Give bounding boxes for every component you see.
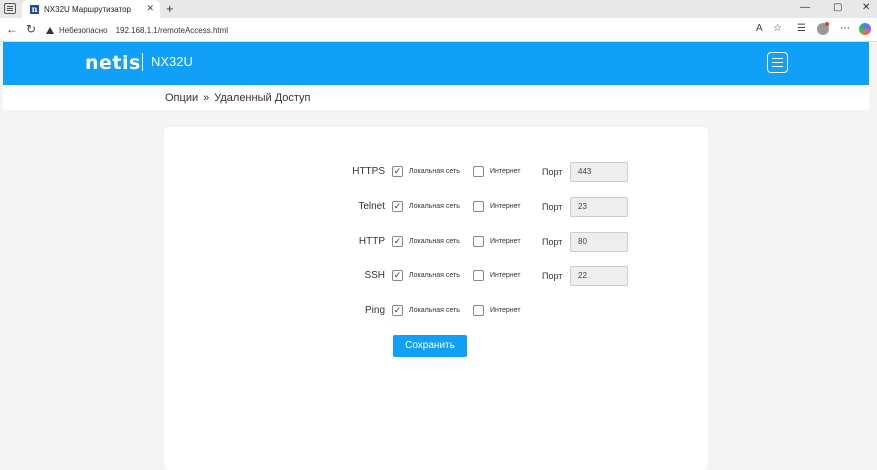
breadcrumb-parent[interactable]: Опции [165, 92, 198, 104]
menu-icon-line [772, 58, 783, 59]
reload-icon[interactable]: ↻ [26, 22, 36, 36]
url-text: 192.168.1.1/remoteAccess.html [115, 25, 229, 35]
port-label: Порт [542, 237, 563, 247]
service-label: Ping [364, 305, 385, 316]
port-label: Порт [542, 167, 563, 177]
menu-icon-line [772, 66, 783, 67]
lan-checkbox[interactable]: ✓ [392, 236, 403, 247]
tab-close-icon[interactable]: ✕ [146, 3, 154, 14]
service-label: Telnet [358, 201, 385, 212]
service-row-https: HTTPS ✓ Локальная сеть Интернет Порт 443 [164, 162, 708, 182]
breadcrumb: Опции » Удаленный Доступ [165, 92, 311, 104]
wan-checkbox[interactable] [473, 166, 484, 177]
wan-label: Интернет [490, 203, 521, 210]
lan-checkbox[interactable]: ✓ [392, 201, 403, 212]
port-input[interactable]: 23 [570, 197, 628, 217]
insecure-label: Небезопасно [59, 25, 108, 35]
wan-checkbox[interactable] [473, 305, 484, 316]
favorites-icon[interactable]: ☰ [797, 23, 806, 34]
router-header: netis NX32U [3, 42, 869, 85]
service-row-http: HTTP ✓ Локальная сеть Интернет Порт 80 [164, 232, 708, 252]
lan-checkbox[interactable]: ✓ [392, 270, 403, 281]
warning-icon [46, 26, 54, 34]
lan-label: Локальная сеть [409, 238, 460, 245]
new-tab-button[interactable]: + [166, 0, 174, 17]
browser-tab-bar: n NX32U Маршрутизатор ✕ + — ▢ ✕ [0, 0, 877, 18]
wan-checkbox[interactable] [473, 270, 484, 281]
browser-tab[interactable]: n NX32U Маршрутизатор ✕ [22, 0, 160, 18]
maximize-icon[interactable]: ▢ [833, 2, 842, 13]
service-row-ping: Ping ✓ Локальная сеть Интернет [164, 301, 708, 321]
port-input[interactable]: 80 [570, 232, 628, 252]
service-row-telnet: Telnet ✓ Локальная сеть Интернет Порт 23 [164, 197, 708, 217]
port-label: Порт [542, 271, 563, 281]
copilot-icon[interactable] [859, 23, 871, 35]
tab-title: NX32U Маршрутизатор [44, 4, 131, 14]
tab-actions-icon[interactable] [4, 3, 16, 14]
breadcrumb-current: Удаленный Доступ [214, 92, 311, 104]
back-icon[interactable]: ← [6, 22, 18, 36]
netis-logo: netis [85, 52, 141, 74]
wan-checkbox[interactable] [473, 236, 484, 247]
wan-label: Интернет [490, 238, 521, 245]
favorite-icon[interactable]: ☆ [773, 23, 782, 34]
window-close-icon[interactable]: ✕ [862, 2, 870, 13]
service-label: SSH [364, 270, 385, 281]
url-field[interactable]: Небезопасно 192.168.1.1/remoteAccess.htm… [46, 21, 756, 39]
lan-label: Локальная сеть [409, 168, 460, 175]
menu-icon-line [772, 62, 783, 63]
logo-divider [142, 53, 143, 71]
menu-button[interactable] [767, 52, 788, 73]
notification-dot [825, 22, 829, 26]
port-input[interactable]: 22 [570, 266, 628, 286]
lan-label: Локальная сеть [409, 272, 460, 279]
wan-label: Интернет [490, 168, 521, 175]
netis-favicon-icon: n [30, 3, 39, 14]
save-button[interactable]: Сохранить [393, 335, 467, 357]
lan-label: Локальная сеть [409, 203, 460, 210]
read-aloud-icon[interactable]: A [756, 23, 763, 34]
port-label: Порт [542, 202, 563, 212]
minimize-icon[interactable]: — [800, 2, 810, 13]
lan-label: Локальная сеть [409, 307, 460, 314]
lan-checkbox[interactable]: ✓ [392, 305, 403, 316]
wan-label: Интернет [490, 307, 521, 314]
breadcrumb-separator: » [203, 92, 210, 104]
more-icon[interactable]: ⋯ [840, 23, 850, 34]
lan-checkbox[interactable]: ✓ [392, 166, 403, 177]
service-row-ssh: SSH ✓ Локальная сеть Интернет Порт 22 [164, 266, 708, 286]
remote-access-card: HTTPS ✓ Локальная сеть Интернет Порт 443… [164, 127, 708, 470]
service-label: HTTPS [352, 166, 385, 177]
service-label: HTTP [358, 236, 385, 247]
model-name: NX32U [151, 54, 193, 69]
breadcrumb-bar: Опции » Удаленный Доступ [3, 85, 869, 110]
wan-label: Интернет [490, 272, 521, 279]
address-bar: ← ↻ Небезопасно 192.168.1.1/remoteAccess… [0, 18, 877, 42]
port-input[interactable]: 443 [570, 162, 628, 182]
wan-checkbox[interactable] [473, 201, 484, 212]
